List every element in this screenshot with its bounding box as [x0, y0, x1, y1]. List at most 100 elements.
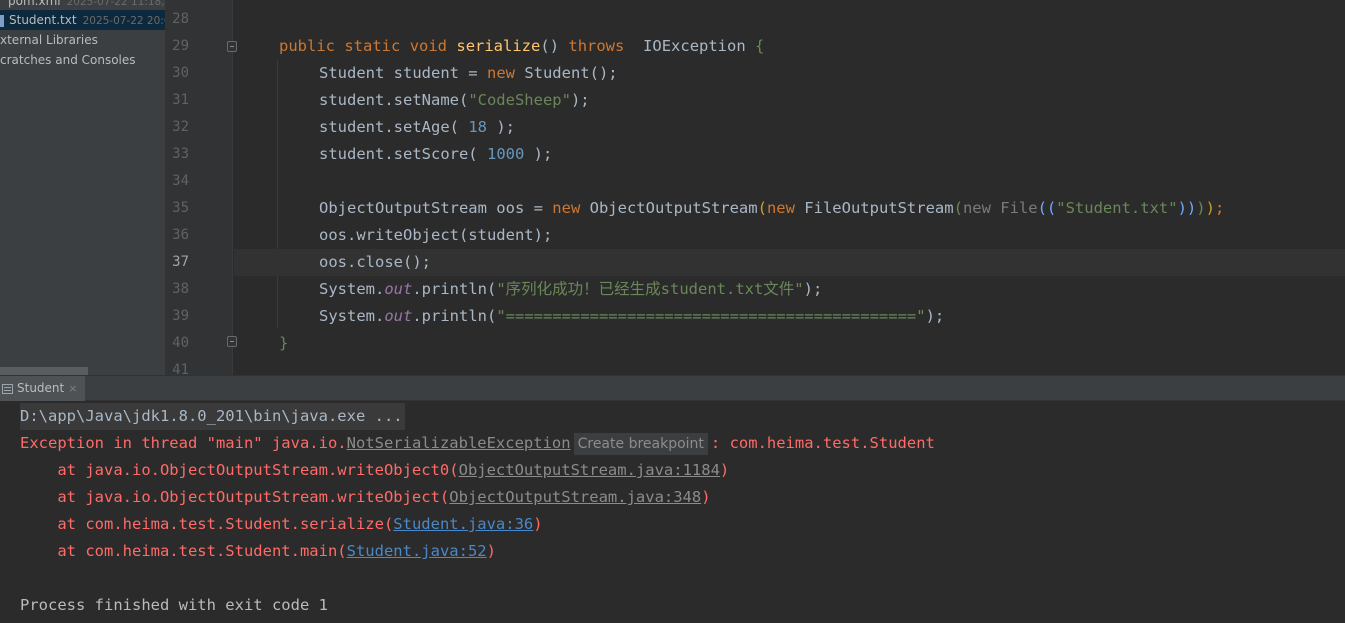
line-number: 28: [172, 11, 189, 27]
close-icon[interactable]: ×: [68, 382, 77, 395]
stacktrace-line: at java.io.ObjectOutputStream.writeObjec…: [20, 484, 710, 511]
token: .println(: [412, 307, 497, 325]
console-text: at java.io.ObjectOutputStream.writeObjec…: [20, 488, 450, 506]
console-command-line[interactable]: D:\app\Java\jdk1.8.0_201\bin\java.exe ..…: [20, 403, 405, 430]
console-icon: [2, 383, 13, 394]
code-line-39[interactable]: System.out.println("====================…: [234, 303, 1345, 330]
line-number: 39: [172, 308, 189, 324]
token: {: [755, 37, 765, 55]
console-text: : com.heima.test.Student: [710, 434, 935, 452]
token: ): [1196, 199, 1206, 217]
token: void: [409, 37, 448, 55]
tree-item-label: cratches and Consoles: [0, 53, 136, 67]
run-tool-window-header: Student ×: [0, 375, 1345, 401]
token: throws: [568, 37, 625, 55]
token: }: [279, 334, 289, 352]
console-text: at java.io.ObjectOutputStream.writeObjec…: [20, 461, 459, 479]
string-literal: "CodeSheep": [468, 91, 571, 109]
token: new: [766, 199, 795, 217]
code-line-38[interactable]: System.out.println("序列化成功！已经生成student.tx…: [234, 276, 1345, 303]
string-literal: "序列化成功！已经生成student.txt文件": [496, 280, 804, 298]
source-link[interactable]: ObjectOutputStream.java:1184: [459, 461, 720, 479]
create-breakpoint-tooltip[interactable]: Create breakpoint: [573, 432, 708, 455]
console-exception-line: Exception in thread "main" java.io.NotSe…: [20, 430, 935, 457]
exception-class-link[interactable]: NotSerializableException: [347, 434, 571, 452]
token: student.setName(: [319, 91, 469, 109]
field-token: out: [384, 307, 413, 325]
run-tab-student[interactable]: Student ×: [0, 376, 86, 401]
token: new: [552, 199, 581, 217]
token: new: [486, 64, 515, 82]
token: );: [486, 118, 515, 136]
code-line-30[interactable]: Student student = new Student();: [234, 60, 1345, 87]
line-number: 29: [172, 38, 189, 54]
code-line-32[interactable]: student.setAge( 18 );: [234, 114, 1345, 141]
token: (: [953, 199, 963, 217]
token: Student student =: [319, 64, 487, 82]
line-number: 38: [172, 281, 189, 297]
token: );: [524, 145, 553, 163]
code-line-40[interactable]: }: [234, 330, 1345, 357]
method-name: serialize: [456, 37, 541, 55]
source-link[interactable]: Student.java:36: [393, 515, 533, 533]
console-text: at com.heima.test.Student.main(: [20, 542, 347, 560]
token: );: [925, 307, 945, 325]
tree-item-external-libraries[interactable]: xternal Libraries: [0, 30, 98, 50]
field-token: out: [384, 280, 413, 298]
token: System.: [319, 307, 385, 325]
string-literal: "=======================================…: [496, 307, 926, 325]
token: static: [344, 37, 401, 55]
stacktrace-line: at java.io.ObjectOutputStream.writeObjec…: [20, 457, 729, 484]
token: new File: [962, 199, 1038, 217]
code-line-29[interactable]: public static void serialize() throws IO…: [234, 33, 1345, 60]
token: ObjectOutputStream: [580, 199, 758, 217]
token: ;: [1214, 199, 1225, 217]
token: (: [757, 199, 767, 217]
run-tab-label: Student: [17, 381, 65, 395]
token: ObjectOutputStream oos =: [319, 199, 553, 217]
token: student.setScore(: [319, 145, 487, 163]
token: oos.writeObject(student);: [319, 226, 553, 244]
token: );: [803, 280, 823, 298]
line-number: 31: [172, 92, 189, 108]
line-number: 32: [172, 119, 189, 135]
token: );: [570, 91, 590, 109]
number-literal: 1000: [486, 145, 525, 163]
line-number: 36: [172, 227, 189, 243]
source-link[interactable]: ObjectOutputStream.java:348: [449, 488, 701, 506]
line-number: 40: [172, 335, 189, 351]
text-file-icon: [0, 14, 4, 27]
code-line-37-current[interactable]: oos.close();: [234, 249, 1345, 276]
line-number: 30: [172, 65, 189, 81]
token: )): [1177, 199, 1197, 217]
source-link[interactable]: Student.java:52: [347, 542, 487, 560]
number-literal: 18: [468, 118, 487, 136]
code-line-35[interactable]: ObjectOutputStream oos = new ObjectOutpu…: [234, 195, 1345, 222]
tree-item-label: Student.txt: [9, 13, 77, 27]
stacktrace-line: at com.heima.test.Student.serialize(Stud…: [20, 511, 543, 538]
code-line-36[interactable]: oos.writeObject(student);: [234, 222, 1345, 249]
project-tree-panel: pom.xml 2025-07-22 11:18, 1 Student.txt 20…: [0, 0, 165, 375]
token: ): [1205, 199, 1215, 217]
code-line-33[interactable]: student.setScore( 1000 );: [234, 141, 1345, 168]
code-line-31[interactable]: student.setName("CodeSheep");: [234, 87, 1345, 114]
tree-item-label: xternal Libraries: [0, 33, 98, 47]
token: (): [540, 37, 569, 55]
token: Student();: [514, 64, 618, 82]
tree-item-label: pom.xml: [8, 0, 61, 8]
tree-item-student-txt[interactable]: Student.txt 2025-07-22 20:05: [0, 10, 165, 30]
stacktrace-line: at com.heima.test.Student.main(Student.j…: [20, 538, 496, 565]
process-exit-line: Process finished with exit code 1: [20, 596, 328, 614]
string-literal: "Student.txt": [1056, 199, 1178, 217]
token: .println(: [412, 280, 497, 298]
console-text: at com.heima.test.Student.serialize(: [20, 515, 394, 533]
project-scrollbar[interactable]: [0, 367, 88, 375]
console-text: ): [486, 542, 496, 560]
console-text: ): [719, 461, 730, 479]
token: oos.close();: [319, 253, 431, 271]
console-text: Exception in thread "main" java.io.: [20, 434, 347, 452]
line-number: 33: [172, 146, 189, 162]
console-text: ): [533, 515, 543, 533]
line-number: 34: [172, 173, 189, 189]
tree-item-scratches[interactable]: cratches and Consoles: [0, 50, 136, 70]
